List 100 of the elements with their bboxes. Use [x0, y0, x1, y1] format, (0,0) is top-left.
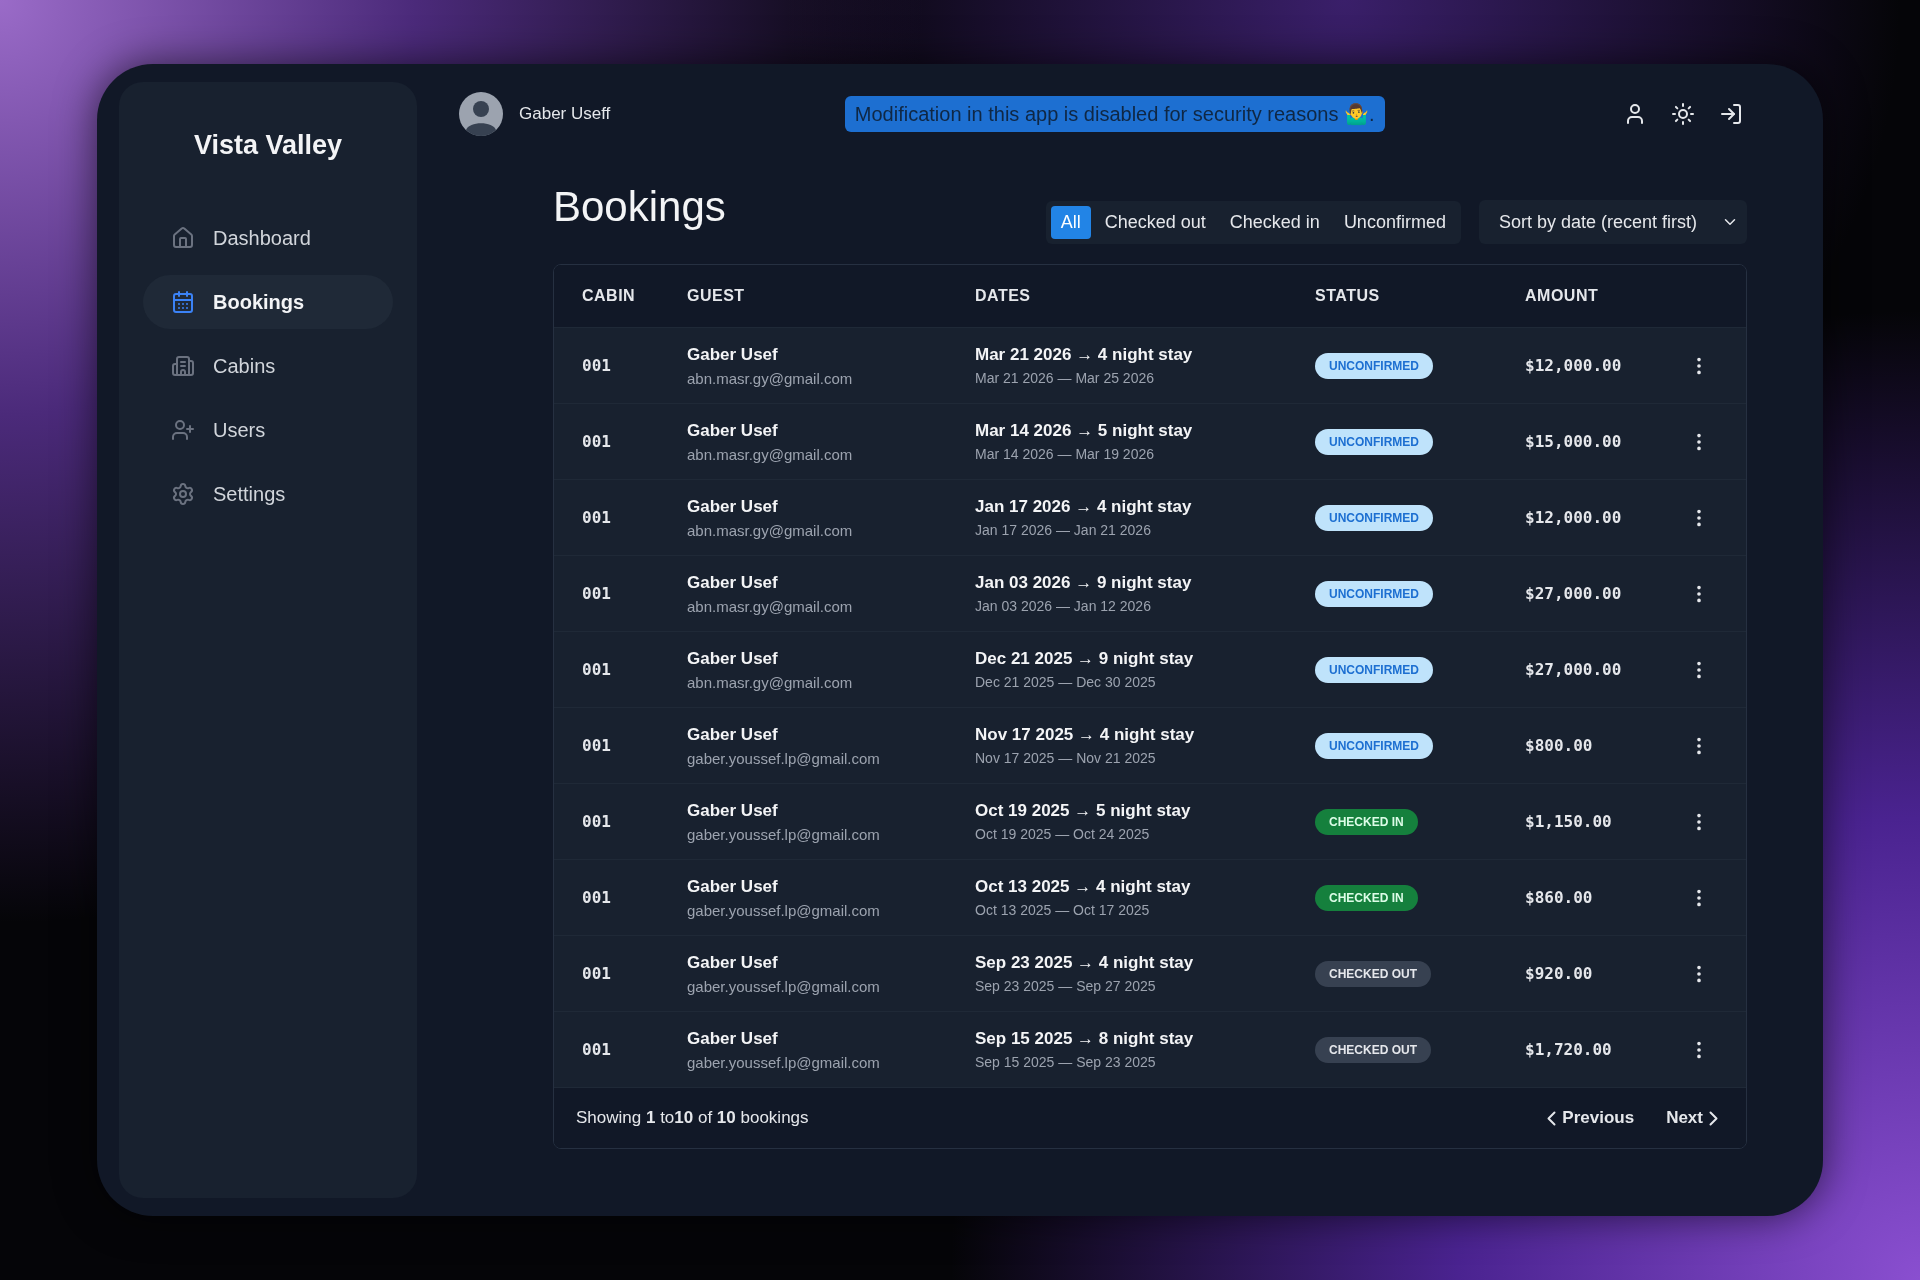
amount: $27,000.00 [1525, 660, 1623, 679]
date-range: Mar 14 2026 — Mar 19 2026 [975, 446, 1155, 462]
date-range: Sep 15 2025 — Sep 23 2025 [975, 1054, 1157, 1070]
filter-tab[interactable]: All [1050, 205, 1091, 239]
amount: $12,000.00 [1525, 508, 1623, 527]
next-button[interactable]: Next [1660, 1107, 1724, 1129]
guest-email: abn.masr.gy@gmail.com [687, 521, 854, 539]
guest-name: Gaber Usef [687, 724, 779, 745]
filter-tab[interactable]: Unconfirmed [1333, 205, 1456, 239]
stay-summary: Jan 03 2026 → 9 night stay [975, 573, 1193, 593]
guest-email: gaber.youssef.lp@gmail.com [687, 1053, 881, 1071]
filter-tab[interactable]: Checked in [1219, 205, 1330, 239]
cabin-number: 001 [582, 432, 612, 451]
user-name: Gaber Useff [519, 104, 611, 124]
column-header: DATES [975, 287, 1032, 305]
guest-name: Gaber Usef [687, 496, 779, 517]
stay-summary: Dec 21 2025 → 9 night stay [975, 649, 1195, 669]
date-range: Oct 13 2025 — Oct 17 2025 [975, 902, 1151, 918]
date-range: Oct 19 2025 — Oct 24 2025 [975, 826, 1151, 842]
cabin-number: 001 [582, 964, 612, 983]
status-badge: UNCONFIRMED [1315, 352, 1433, 379]
stay-summary: Oct 13 2025 → 4 night stay [975, 877, 1192, 897]
stay-summary: Oct 19 2025 → 5 night stay [975, 801, 1192, 821]
guest-email: gaber.youssef.lp@gmail.com [687, 749, 881, 767]
guest-name: Gaber Usef [687, 648, 779, 669]
amount: $27,000.00 [1525, 584, 1623, 603]
sidebar-item[interactable]: Users [143, 403, 393, 457]
date-range: Dec 21 2025 — Dec 30 2025 [975, 674, 1157, 690]
status-badge: UNCONFIRMED [1315, 428, 1433, 455]
building-icon [171, 354, 195, 378]
amount: $15,000.00 [1525, 432, 1623, 451]
column-header: AMOUNT [1525, 287, 1600, 305]
stay-summary: Jan 17 2026 → 4 night stay [975, 497, 1193, 517]
cabin-number: 001 [582, 660, 612, 679]
guest-name: Gaber Usef [687, 952, 779, 973]
status-badge: CHECKED OUT [1315, 1036, 1431, 1063]
guest-email: abn.masr.gy@gmail.com [687, 597, 854, 615]
app-logo: Vista Valley [192, 130, 344, 161]
cabin-number: 001 [582, 508, 612, 527]
column-header: CABIN [582, 287, 637, 305]
cabin-number: 001 [582, 736, 612, 755]
guest-name: Gaber Usef [687, 1028, 779, 1049]
status-badge: UNCONFIRMED [1315, 656, 1433, 683]
amount: $800.00 [1525, 736, 1594, 755]
status-badge: UNCONFIRMED [1315, 732, 1433, 759]
avatar-icon [459, 92, 503, 136]
column-header: GUEST [687, 287, 746, 305]
stay-summary: Mar 21 2026 → 4 night stay [975, 345, 1194, 365]
sidebar-item[interactable]: Bookings [143, 275, 393, 329]
settings-icon [171, 482, 195, 506]
stay-summary: Sep 23 2025 → 4 night stay [975, 953, 1195, 973]
guest-name: Gaber Usef [687, 344, 779, 365]
guest-email: abn.masr.gy@gmail.com [687, 673, 854, 691]
sort-select[interactable]: Sort by date (recent first) [1478, 200, 1747, 244]
notice-banner: Modification in this app is disabled for security reasons 🤷‍♂. [844, 96, 1385, 132]
status-badge: UNCONFIRMED [1315, 580, 1433, 607]
pagination-summary: Showing 1 to10 of 10 bookings [576, 1108, 809, 1128]
amount: $1,720.00 [1525, 1040, 1613, 1059]
sidebar-item[interactable]: Dashboard [143, 211, 393, 265]
page-title: Bookings [553, 183, 726, 231]
guest-email: gaber.youssef.lp@gmail.com [687, 901, 881, 919]
chevron-left-icon [1547, 1110, 1557, 1126]
date-range: Jan 03 2026 — Jan 12 2026 [975, 598, 1152, 614]
guest-name: Gaber Usef [687, 800, 779, 821]
guest-email: abn.masr.gy@gmail.com [687, 445, 854, 463]
stay-summary: Mar 14 2026 → 5 night stay [975, 421, 1194, 441]
amount: $920.00 [1525, 964, 1594, 983]
guest-name: Gaber Usef [687, 876, 779, 897]
previous-button[interactable]: Previous [1541, 1107, 1641, 1129]
stay-summary: Sep 15 2025 → 8 night stay [975, 1029, 1195, 1049]
amount: $860.00 [1525, 888, 1594, 907]
chevron-right-icon [1709, 1110, 1718, 1126]
date-range: Sep 23 2025 — Sep 27 2025 [975, 978, 1157, 994]
guest-email: abn.masr.gy@gmail.com [687, 369, 854, 387]
guest-email: gaber.youssef.lp@gmail.com [687, 977, 881, 995]
amount: $1,150.00 [1525, 812, 1613, 831]
amount: $12,000.00 [1525, 356, 1623, 375]
guest-name: Gaber Usef [687, 420, 779, 441]
calendar-icon [171, 290, 195, 314]
date-range: Mar 21 2026 — Mar 25 2026 [975, 370, 1155, 386]
date-range: Jan 17 2026 — Jan 21 2026 [975, 522, 1152, 538]
guest-email: gaber.youssef.lp@gmail.com [687, 825, 881, 843]
cabin-number: 001 [582, 356, 612, 375]
cabin-number: 001 [582, 888, 612, 907]
cabin-number: 001 [582, 1040, 612, 1059]
date-range: Nov 17 2025 — Nov 21 2025 [975, 750, 1157, 766]
cabin-number: 001 [582, 584, 612, 603]
status-badge: CHECKED OUT [1315, 960, 1431, 987]
home-icon [171, 226, 195, 250]
sidebar-item[interactable]: Cabins [143, 339, 393, 393]
guest-name: Gaber Usef [687, 572, 779, 593]
column-header: STATUS [1315, 287, 1381, 305]
stay-summary: Nov 17 2025 → 4 night stay [975, 725, 1196, 745]
status-badge: CHECKED IN [1315, 808, 1418, 835]
sidebar-item[interactable]: Settings [143, 467, 393, 521]
status-badge: CHECKED IN [1315, 884, 1418, 911]
status-badge: UNCONFIRMED [1315, 504, 1433, 531]
cabin-number: 001 [582, 812, 612, 831]
user-plus-icon [171, 418, 195, 442]
filter-tab[interactable]: Checked out [1094, 205, 1216, 239]
